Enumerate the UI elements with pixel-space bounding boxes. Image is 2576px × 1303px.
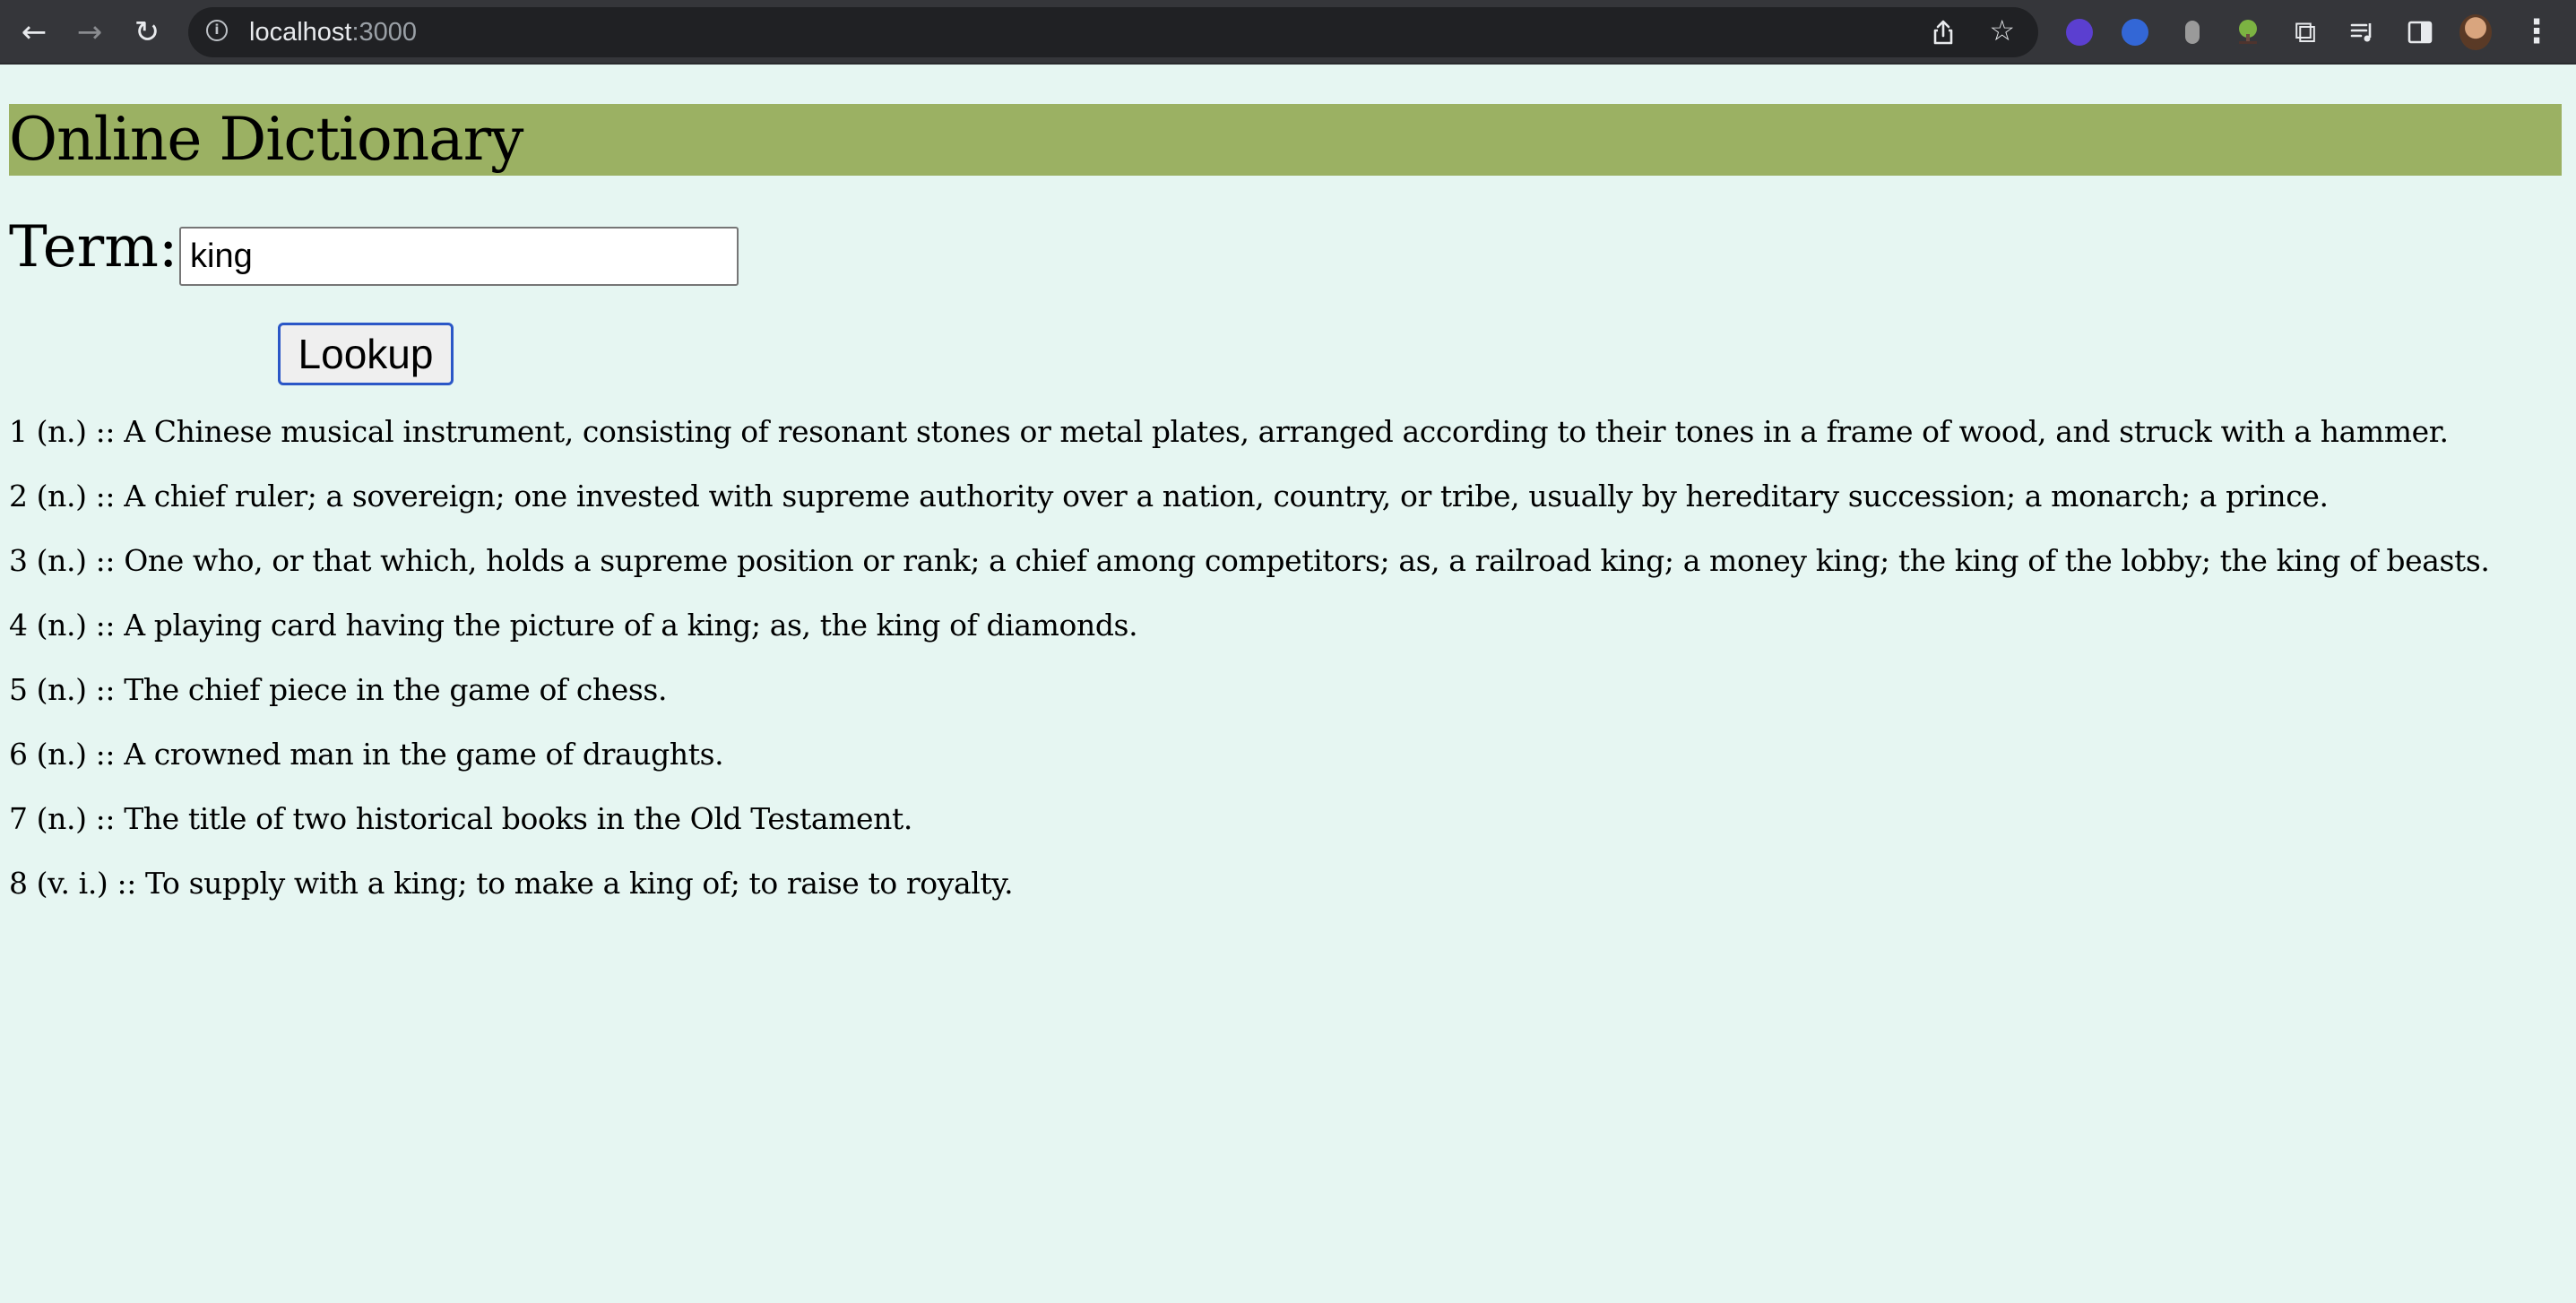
reload-icon[interactable]: ↻ — [127, 13, 167, 52]
gray-extension-badge — [2185, 21, 2200, 44]
definition-item: 8 (v. i.) :: To supply with a king; to m… — [9, 866, 1014, 901]
forward-arrow-icon[interactable]: → — [70, 13, 109, 52]
docs-extension-badge — [2122, 19, 2148, 46]
definition-item: 2 (n.) :: A chief ruler; a sovereign; on… — [9, 479, 2329, 513]
media-queue-glyph — [2350, 23, 2372, 42]
definition-item: 1 (n.) :: A Chinese musical instrument, … — [9, 414, 2449, 449]
chrome-menu-icon[interactable]: ⋮ — [2520, 16, 2553, 48]
side-panel-icon[interactable] — [2404, 16, 2436, 48]
definition-item: 4 (n.) :: A playing card having the pict… — [9, 608, 1138, 643]
title-banner: Online Dictionary — [9, 104, 2562, 176]
side-panel-glyph — [2407, 21, 2433, 44]
definition-item: 5 (n.) :: The chief piece in the game of… — [9, 672, 668, 707]
term-input[interactable] — [179, 227, 739, 286]
puzzle-extensions-icon[interactable]: ⧉ — [2289, 16, 2321, 48]
definitions-list: 1 (n.) :: A Chinese musical instrument, … — [9, 409, 2490, 925]
star-icon[interactable]: ☆ — [1989, 16, 2015, 45]
gray-extension-icon[interactable] — [2176, 16, 2209, 48]
browser-toolbar: ← → ↻ i localhost:3000 ☆ ⧉ ⋮ — [0, 0, 2576, 65]
address-bar[interactable]: i localhost:3000 ☆ — [188, 7, 2038, 57]
share-icon[interactable] — [1929, 18, 1958, 47]
url-port: :3000 — [351, 18, 418, 47]
definition-item: 7 (n.) :: The title of two historical bo… — [9, 801, 912, 836]
avatar-image — [2459, 14, 2492, 50]
brain-extension-badge — [2066, 19, 2093, 46]
tree-icon — [2239, 20, 2257, 44]
site-info-icon[interactable]: i — [206, 20, 228, 41]
lookup-button[interactable]: Lookup — [278, 323, 454, 385]
profile-avatar[interactable] — [2459, 14, 2492, 50]
media-queue-icon[interactable] — [2347, 16, 2379, 48]
url-host: localhost — [249, 18, 352, 47]
definition-item: 3 (n.) :: One who, or that which, holds … — [9, 543, 2490, 578]
page-title: Online Dictionary — [9, 105, 523, 174]
docs-extension-icon[interactable] — [2119, 16, 2151, 48]
term-label: Term: — [9, 214, 178, 280]
brain-extension-icon[interactable] — [2063, 16, 2096, 48]
tree-extension-icon[interactable] — [2232, 16, 2264, 48]
back-arrow-icon[interactable]: ← — [14, 13, 54, 52]
definition-item: 6 (n.) :: A crowned man in the game of d… — [9, 737, 724, 772]
address-url[interactable]: localhost:3000 — [249, 18, 417, 47]
